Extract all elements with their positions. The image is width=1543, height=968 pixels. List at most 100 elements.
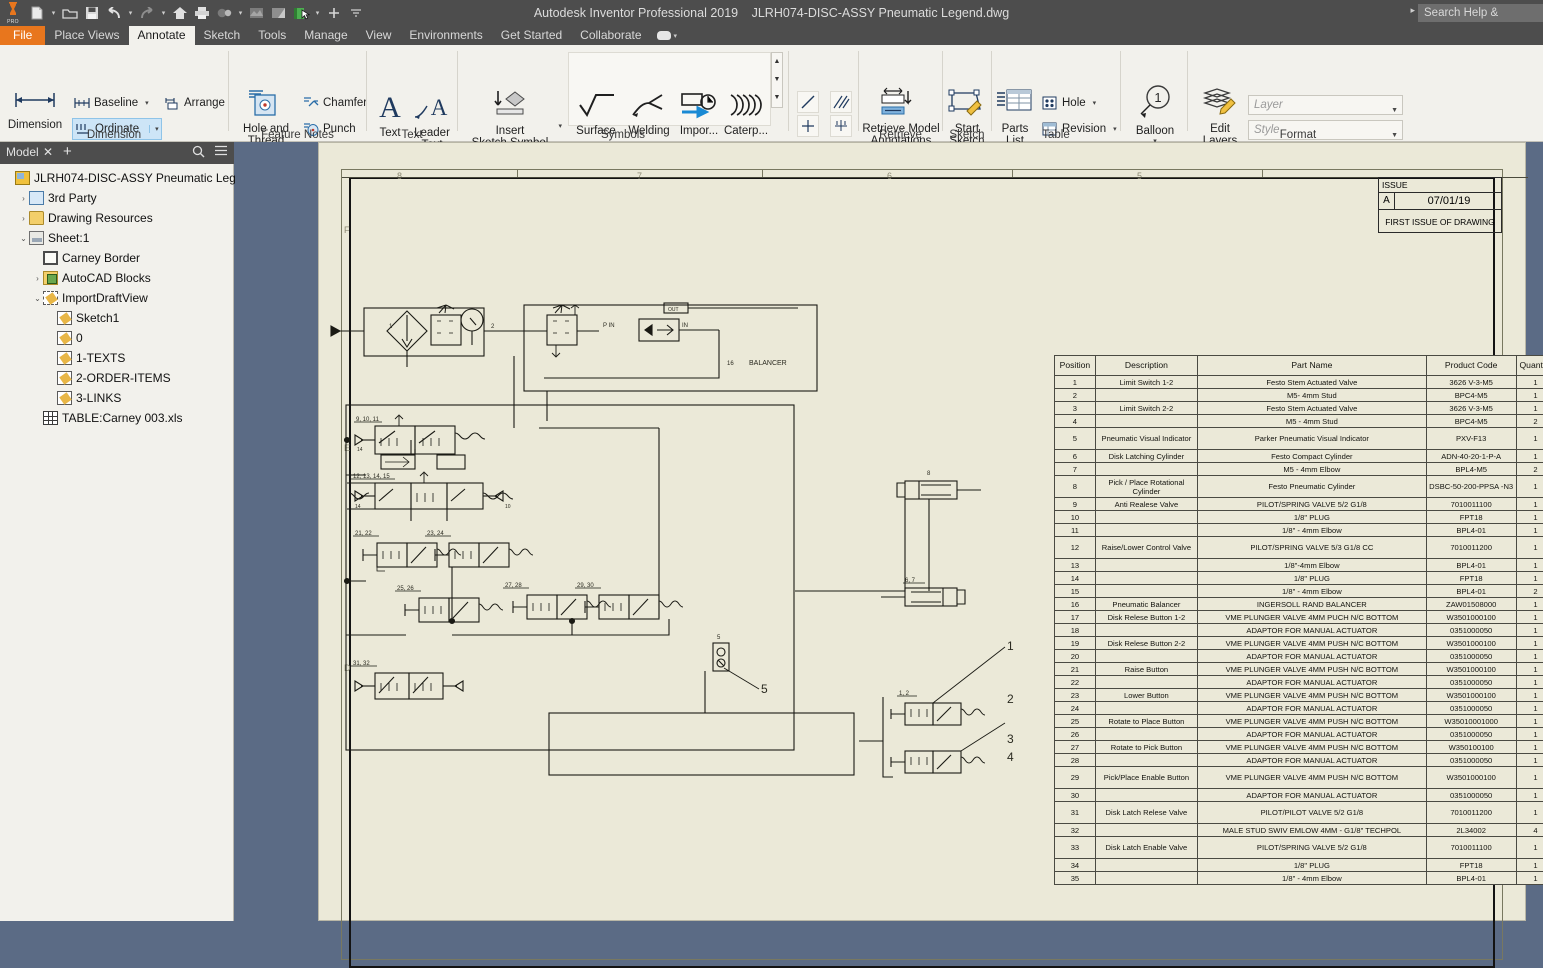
hamburger-icon[interactable] xyxy=(214,144,228,159)
baseline-button[interactable]: Baseline ▾ xyxy=(72,92,151,114)
table-row[interactable]: 3Limit Switch 2-2Festo Stem Actuated Val… xyxy=(1055,402,1543,415)
table-row[interactable]: 25Rotate to Place ButtonVME PLUNGER VALV… xyxy=(1055,715,1543,728)
table-row[interactable]: 5Pneumatic Visual IndicatorParker Pneuma… xyxy=(1055,428,1543,450)
table-row[interactable]: 7M5 - 4mm ElbowBPL4-M52pcs xyxy=(1055,463,1543,476)
tree-item-0[interactable]: 0 xyxy=(46,328,83,348)
more-icon[interactable] xyxy=(345,1,367,25)
expander-icon[interactable]: › xyxy=(18,214,29,223)
search-expand-icon[interactable]: ▸ xyxy=(1410,5,1415,16)
update-icon[interactable] xyxy=(268,1,290,25)
undo-icon[interactable] xyxy=(103,1,125,25)
table-row[interactable]: 23Lower ButtonVME PLUNGER VALVE 4MM PUSH… xyxy=(1055,689,1543,702)
expander-icon[interactable]: › xyxy=(18,194,29,203)
material-icon[interactable] xyxy=(246,1,268,25)
search-icon[interactable] xyxy=(192,145,205,161)
tree-item-1-texts[interactable]: 1-TEXTS xyxy=(46,348,125,368)
new-file-caret-icon[interactable]: ▾ xyxy=(48,1,59,25)
hole-table-caret-icon[interactable]: ▾ xyxy=(1093,99,1097,107)
save-icon[interactable] xyxy=(81,1,103,25)
table-row[interactable]: 9Anti Realese ValvePILOT/SPRING VALVE 5/… xyxy=(1055,498,1543,511)
tree-item-sketch1[interactable]: Sketch1 xyxy=(46,308,119,328)
tree-item-3-links[interactable]: 3-LINKS xyxy=(46,388,121,408)
table-row[interactable]: 1Limit Switch 1-2Festo Stem Actuated Val… xyxy=(1055,376,1543,389)
chamfer-button[interactable]: Chamfer xyxy=(301,92,369,114)
table-row[interactable]: 151/8" - 4mm ElbowBPL4-012pcs xyxy=(1055,585,1543,598)
table-row[interactable]: 16Pneumatic BalancerINGERSOLL RAND BALAN… xyxy=(1055,598,1543,611)
center-mark-toggle[interactable] xyxy=(797,115,819,137)
table-row[interactable]: 12Raise/Lower Control ValvePILOT/SPRING … xyxy=(1055,537,1543,559)
hatch-line-toggle[interactable] xyxy=(797,91,819,113)
symbols-scroll-up-icon[interactable]: ▲ xyxy=(772,53,782,71)
layer-combobox[interactable]: Layer ▼ xyxy=(1248,95,1403,115)
cloud-status-icon[interactable]: ▾ xyxy=(651,26,684,45)
balloon-button[interactable]: 1 Balloon ▾ xyxy=(1129,85,1181,149)
appearance-icon[interactable] xyxy=(213,1,235,25)
table-row[interactable]: 131/8"-4mm ElbowBPL4-011pcs xyxy=(1055,559,1543,572)
browser-add-icon[interactable]: + xyxy=(63,143,72,160)
table-row[interactable]: 17Disk Relese Button 1-2VME PLUNGER VALV… xyxy=(1055,611,1543,624)
tab-view[interactable]: View xyxy=(357,26,401,45)
expander-icon[interactable]: ⌄ xyxy=(18,234,29,243)
ribbon-tab-bar[interactable]: File Place Views Annotate Sketch Tools M… xyxy=(0,26,1543,45)
hole-table-button[interactable]: Hole ▾ xyxy=(1040,92,1098,114)
arrange-button[interactable]: Arrange xyxy=(162,92,227,114)
tree-item-3rd-party[interactable]: ›3rd Party xyxy=(18,188,97,208)
table-row[interactable]: 33Disk Latch Enable ValvePILOT/SPRING VA… xyxy=(1055,837,1543,859)
tab-manage[interactable]: Manage xyxy=(295,26,356,45)
table-row[interactable]: 29Pick/Place Enable ButtonVME PLUNGER VA… xyxy=(1055,767,1543,789)
select-caret-icon[interactable]: ▾ xyxy=(312,1,323,25)
table-row[interactable]: 341/8" PLUGFPT181pcs xyxy=(1055,859,1543,872)
new-file-icon[interactable] xyxy=(26,1,48,25)
quick-access-toolbar[interactable]: PRO ▾ ▾ ▾ ▾ xyxy=(0,0,367,26)
tree-item-sheet-1[interactable]: ⌄Sheet:1 xyxy=(18,228,89,248)
table-row[interactable]: 8Pick / Place Rotational CylinderFesto P… xyxy=(1055,476,1543,498)
browser-tab-model[interactable]: Model xyxy=(6,145,39,159)
table-row[interactable]: 24ADAPTOR FOR MANUAL ACTUATOR03510000501… xyxy=(1055,702,1543,715)
tab-collaborate[interactable]: Collaborate xyxy=(571,26,650,45)
multi-center-toggle[interactable] xyxy=(830,115,852,137)
table-row[interactable]: 351/8" - 4mm ElbowBPL4-011pcs xyxy=(1055,872,1543,885)
tree-item-2-order-items[interactable]: 2-ORDER-ITEMS xyxy=(46,368,171,388)
table-row[interactable]: 20ADAPTOR FOR MANUAL ACTUATOR03510000501… xyxy=(1055,650,1543,663)
table-row[interactable]: 18ADAPTOR FOR MANUAL ACTUATOR03510000501… xyxy=(1055,624,1543,637)
tab-annotate[interactable]: Annotate xyxy=(129,26,195,45)
table-row[interactable]: 27Rotate to Pick ButtonVME PLUNGER VALVE… xyxy=(1055,741,1543,754)
table-row[interactable]: 4M5 - 4mm StudBPC4-M52pcs xyxy=(1055,415,1543,428)
multi-hatch-toggle[interactable] xyxy=(830,91,852,113)
tab-sketch[interactable]: Sketch xyxy=(195,26,250,45)
browser-close-icon[interactable]: ✕ xyxy=(43,145,53,159)
table-row[interactable]: 26ADAPTOR FOR MANUAL ACTUATOR03510000501… xyxy=(1055,728,1543,741)
drawing-sheet[interactable]: 8 7 6 5 F E D F E D A ISSUE A 07/01/19 F… xyxy=(318,142,1526,921)
layer-chevron-down-icon[interactable]: ▼ xyxy=(1391,102,1398,120)
expander-icon[interactable]: › xyxy=(32,274,43,283)
table-row[interactable]: 32MALE STUD SWIV EMLOW 4MM - G1/8" TECHP… xyxy=(1055,824,1543,837)
select-icon[interactable] xyxy=(290,1,312,25)
tab-get-started[interactable]: Get Started xyxy=(492,26,571,45)
tree-item-importdraftview[interactable]: ⌄ImportDraftView xyxy=(32,288,148,308)
table-row[interactable]: 141/8" PLUGFPT181pcs xyxy=(1055,572,1543,585)
add-icon[interactable] xyxy=(323,1,345,25)
parts-list-table[interactable]: PositionDescriptionPart NameProduct Code… xyxy=(1054,355,1543,885)
tab-place-views[interactable]: Place Views xyxy=(45,26,128,45)
redo-caret-icon[interactable]: ▾ xyxy=(158,1,169,25)
tab-file[interactable]: File xyxy=(0,26,45,45)
dimension-button[interactable]: Dimension xyxy=(6,87,64,131)
table-row[interactable]: 101/8" PLUGFPT181pcs xyxy=(1055,511,1543,524)
redo-icon[interactable] xyxy=(136,1,158,25)
table-row[interactable]: 111/8" - 4mm ElbowBPL4-011pcs xyxy=(1055,524,1543,537)
table-row[interactable]: 21Raise ButtonVME PLUNGER VALVE 4MM PUSH… xyxy=(1055,663,1543,676)
table-row[interactable]: 28ADAPTOR FOR MANUAL ACTUATOR03510000501… xyxy=(1055,754,1543,767)
table-row[interactable]: 19Disk Relese Button 2-2VME PLUNGER VALV… xyxy=(1055,637,1543,650)
appearance-caret-icon[interactable]: ▾ xyxy=(235,1,246,25)
symbols-expand-icon[interactable]: ▼ xyxy=(772,89,782,107)
table-row[interactable]: 30ADAPTOR FOR MANUAL ACTUATOR03510000501… xyxy=(1055,789,1543,802)
print-icon[interactable] xyxy=(191,1,213,25)
tree-item-drawing-resources[interactable]: ›Drawing Resources xyxy=(18,208,153,228)
search-input[interactable]: Search Help & xyxy=(1418,4,1543,22)
table-row[interactable]: 22ADAPTOR FOR MANUAL ACTUATOR03510000501… xyxy=(1055,676,1543,689)
tab-tools[interactable]: Tools xyxy=(249,26,295,45)
symbols-scrollbar[interactable]: ▲ ▼ ▼ xyxy=(771,52,783,108)
table-row[interactable]: 6Disk Latching CylinderFesto Compact Cyl… xyxy=(1055,450,1543,463)
table-row[interactable]: 31Disk Latch Relese ValvePILOT/PILOT VAL… xyxy=(1055,802,1543,824)
open-file-icon[interactable] xyxy=(59,1,81,25)
